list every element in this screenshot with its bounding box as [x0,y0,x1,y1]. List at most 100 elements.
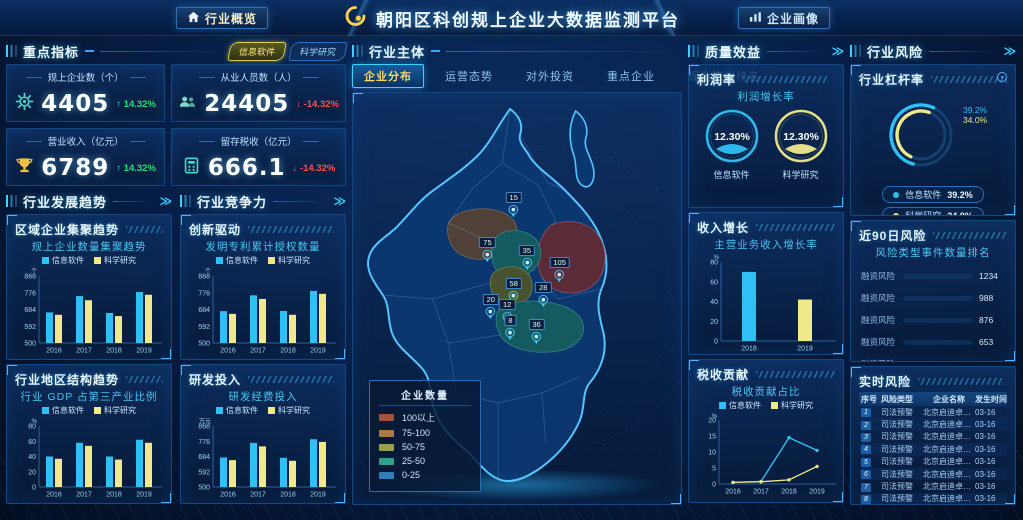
table-row[interactable]: 4司法预警北京启迪卓越科技有限公司03-16 [859,443,1007,455]
svg-text:40: 40 [28,454,36,461]
expand-arrow-icon[interactable]: ≫ [1003,44,1016,58]
stat-card-main: 4405↑ 14.32% [13,91,158,117]
hatch-decoration [918,378,1004,385]
info-icon[interactable] [997,72,1007,82]
svg-text:500: 500 [198,485,210,492]
bar-chart-icon [749,11,762,26]
table-row[interactable]: 6司法预警北京启迪卓越科技有限公司03-16 [859,468,1007,480]
chart-title: 研发经费投入 [189,389,337,404]
map-tab-bar: 企业分布运营态势对外投资重点企业规企变化排名 [352,64,682,88]
expand-arrow-icon[interactable]: ≫ [159,194,172,208]
svg-text:2019: 2019 [136,348,152,355]
risk-type-label: 融资风险 [861,336,897,348]
row-index: 8 [861,494,881,504]
tab-重点企业[interactable]: 重点企业 [595,64,667,88]
map-legend-item: 75-100 [379,428,471,438]
svg-text:10: 10 [708,450,716,457]
table-row[interactable]: 3司法预警北京启迪卓越科技有限公司03-16 [859,431,1007,443]
chart-legend-item: 科学研究 [771,400,813,411]
row-company-name: 北京启迪卓越科技有限公司 [923,431,975,442]
table-row[interactable]: 8司法预警北京启迪卓越科技有限公司03-16 [859,493,1007,505]
svg-text:60: 60 [710,279,718,286]
row-index-badge: 8 [861,495,871,504]
realtime-header-cell: 风险类型 [881,394,923,405]
nav-industry-overview[interactable]: 行业概览 [176,7,268,29]
row-company-name: 北京启迪卓越科技有限公司 [923,444,975,455]
panel-subheader: 区域企业集聚趋势 [15,221,163,237]
expand-arrow-icon[interactable]: ≫ [333,194,346,208]
svg-text:0: 0 [712,482,716,489]
svg-text:684: 684 [198,307,210,314]
map-marker[interactable]: 8 [504,315,517,342]
map-marker[interactable]: 35 [519,245,535,272]
map-marker[interactable]: 105 [549,257,570,284]
panel-subheader: 收入增长 [697,219,835,235]
section-bars-icon [352,45,363,57]
row-risk-type: 司法预警 [881,493,923,504]
stat-value: 4405 [41,91,109,117]
map-marker[interactable]: 28 [535,282,551,309]
chart-gdp: 行业 GDP 占第三产业比例信息软件科学研究020406080%20162017… [15,389,163,504]
marker-value: 36 [529,319,545,330]
panel-subheader: 实时风险 [859,373,1007,389]
realtime-table-header: 序号风险类型企业名称发生时间 [859,392,1007,406]
chart-title: 利润增长率 [697,89,835,104]
chart-legend-item: 科学研究 [94,405,136,416]
risk-rank-row: 融资风险523 [861,358,1005,362]
svg-text:%: % [714,255,720,261]
panel-title: 税收贡献 [697,366,749,383]
stat-card: 留存税收（亿元）666.1↓ -14.32% [171,128,346,186]
svg-text:2019: 2019 [310,492,326,499]
section-title: 行业竞争力 [197,192,267,211]
risk-header: 行业风险 ≫ [850,42,1016,60]
svg-text:2016: 2016 [220,348,236,355]
panel-income: 收入增长 主营业务收入增长率020406080%20182019 [688,212,844,355]
stat-card-main: 24405↓ -14.32% [178,91,339,117]
chart-leverage-donut: 39.2%34.0% [859,87,1007,184]
map-marker[interactable]: 75 [479,237,495,264]
chart-legend-item: 信息软件 [42,405,84,416]
expand-arrow-icon[interactable]: ≫ [831,44,844,58]
risk-bar-value: 523 [979,359,1005,362]
stat-card-label: 营业收入（亿元） [13,134,158,148]
hatch-decoration [931,76,1007,83]
leverage-legend-value: 39.2% [947,190,973,200]
tab-企业分布[interactable]: 企业分布 [352,64,424,88]
risk-bar-track [903,340,973,345]
quality-header: 质量效益 ≫ [688,42,844,60]
section-bars-icon [850,45,861,57]
location-pin-icon [504,326,517,342]
svg-text:60: 60 [28,439,36,446]
section-key-indicators: 重点指标 信息软件科学研究 规上企业数（个）4405↑ 14.32%从业人员数（… [6,42,346,186]
nav-enterprise-portrait[interactable]: 企业画像 [738,7,830,29]
row-index: 1 [861,407,881,417]
section-line [446,51,682,52]
table-row[interactable]: 1司法预警北京启迪卓越科技有限公司03-16 [859,406,1007,418]
section-bars-icon [6,195,17,207]
tab-运营态势[interactable]: 运营态势 [433,64,505,88]
panel-title: 利润率 [697,71,736,88]
map-marker[interactable]: 36 [529,319,545,346]
section-quality: 质量效益 ≫ 利润率 利润增长率12.30%信息软件12.30%科学研究 收入增… [688,42,844,503]
table-row[interactable]: 2司法预警北京启迪卓越科技有限公司03-16 [859,418,1007,430]
svg-text:2019: 2019 [797,346,813,353]
table-row[interactable]: 5司法预警北京启迪卓越科技有限公司03-16 [859,456,1007,468]
map-marker[interactable]: 20 [483,294,499,321]
filter-pill-科学研究[interactable]: 科学研究 [288,42,347,61]
filter-pill-信息软件[interactable]: 信息软件 [227,42,286,61]
panel-subheader: 研发投入 [189,371,337,387]
svg-text:2018: 2018 [741,346,757,353]
panel-title: 收入增长 [697,219,749,236]
location-pin-icon [553,268,566,284]
row-company-name: 北京启迪卓越科技有限公司 [923,481,975,492]
legend-label: 50-75 [402,442,425,452]
table-row[interactable]: 7司法预警北京启迪卓越科技有限公司03-16 [859,480,1007,492]
svg-text:12.30%: 12.30% [783,131,819,143]
map-marker[interactable]: 15 [506,192,522,219]
panel-subheader: 行业杠杆率 [859,71,1007,87]
panel-profit: 利润率 利润增长率12.30%信息软件12.30%科学研究 [688,64,844,208]
stat-card-main: 666.1↓ -14.32% [178,155,339,181]
tab-对外投资[interactable]: 对外投资 [514,64,586,88]
panel-title: 区域企业集聚趋势 [15,221,119,238]
svg-text:2017: 2017 [250,348,266,355]
